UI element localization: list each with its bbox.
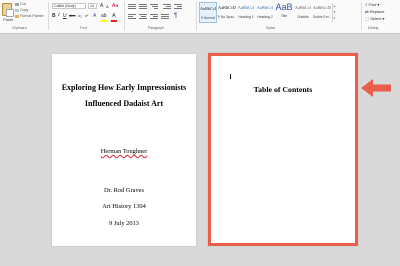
toc-page[interactable]: Table of Contents <box>208 53 358 246</box>
styles-group-label: Styles <box>266 26 276 30</box>
align-right-icon[interactable] <box>150 14 158 20</box>
replace-label: Replace <box>369 9 385 14</box>
align-center-icon[interactable] <box>139 14 147 20</box>
select-label: Select <box>370 16 382 21</box>
style-sample: AaBbCcI <box>294 5 312 10</box>
show-formatting-icon[interactable]: ¶ <box>174 13 177 19</box>
strikethrough-button[interactable]: abc <box>69 13 75 19</box>
format-painter-button[interactable]: Format Painter <box>15 14 44 18</box>
replace-button[interactable]: ⇄Replace <box>365 9 384 15</box>
style-heading-1[interactable]: AaBbCcI Heading 1 <box>237 2 255 23</box>
document-date: 9 July 2013 <box>109 220 139 227</box>
title-page[interactable]: Exploring How Early Impressionists Influ… <box>52 54 196 246</box>
bold-button[interactable]: B <box>52 13 56 19</box>
copy-button[interactable]: Copy <box>15 8 28 12</box>
cut-label: Cut <box>20 2 26 6</box>
style-name: ¶ No Spac... <box>218 15 236 19</box>
title-line-2: Influenced Dadaist Art <box>84 99 164 108</box>
font-color-button[interactable]: A <box>112 13 116 19</box>
bullets-icon[interactable] <box>128 4 136 10</box>
highlight-icon[interactable]: ab <box>101 13 107 19</box>
author-text: Herman Toughner <box>100 148 148 155</box>
shrink-font-button[interactable]: A <box>106 4 109 10</box>
author-name: Herman Toughner <box>52 148 196 155</box>
find-button[interactable]: ⌕Find ▾ <box>365 2 379 7</box>
style-name: Subtle Em... <box>313 15 331 19</box>
multilevel-list-icon[interactable] <box>150 4 158 10</box>
select-icon: ⬚ <box>365 16 370 21</box>
clear-format-icon[interactable]: Aa <box>112 3 118 9</box>
style-name: Subtitle <box>297 15 309 19</box>
editing-group-label: Editing <box>368 26 379 30</box>
styles-scroll[interactable]: ▲ ▼ ▾ <box>332 3 336 22</box>
style-name: ¶ Normal <box>201 16 215 20</box>
replace-icon: ⇄ <box>365 9 369 14</box>
decrease-indent-icon[interactable] <box>163 4 171 10</box>
toc-heading: Table of Contents <box>253 85 313 94</box>
style-name: Heading 1 <box>238 15 254 19</box>
style-subtle-emphasis[interactable]: AaBbCcDc Subtle Em... <box>313 2 331 23</box>
style-no-spacing[interactable]: AaBbCcDc ¶ No Spac... <box>218 2 236 23</box>
title-line-1: Exploring How Early Impressionists <box>61 83 187 92</box>
style-subtitle[interactable]: AaBbCcI Subtitle <box>294 2 312 23</box>
align-left-icon[interactable] <box>128 14 136 20</box>
highlight-color-bar <box>101 20 107 22</box>
cut-button[interactable]: Cut <box>15 2 26 6</box>
numbering-icon[interactable] <box>139 4 147 10</box>
superscript-button[interactable]: x² <box>85 13 88 19</box>
style-sample: AaBbCcDc <box>313 5 331 10</box>
search-icon: ⌕ <box>365 2 368 7</box>
style-normal[interactable]: AaBbCcDc ¶ Normal <box>199 2 217 23</box>
style-heading-2[interactable]: AaBbCcI Heading 2 <box>256 2 274 23</box>
font-color-bar <box>111 20 117 22</box>
style-name: Title <box>280 14 288 18</box>
instructor-name: Dr. Rod Graves <box>104 187 144 194</box>
style-sample: AaBbCcI <box>237 5 255 10</box>
justify-icon[interactable] <box>161 14 169 20</box>
grow-font-button[interactable]: A <box>100 3 103 9</box>
clipboard-group-label: Clipboard <box>12 26 27 30</box>
group-divider <box>48 2 49 30</box>
increase-indent-icon[interactable] <box>174 4 182 10</box>
style-title[interactable]: AaB Title <box>275 2 293 23</box>
font-name-box[interactable]: Calibri (Body) <box>52 3 86 9</box>
paste-icon[interactable] <box>2 3 14 17</box>
scissors-icon <box>15 2 19 6</box>
style-name: Heading 2 <box>257 15 273 19</box>
group-divider <box>196 2 197 30</box>
format-painter-label: Format Painter <box>20 14 44 18</box>
find-label: Find <box>368 2 377 7</box>
group-divider <box>124 2 125 30</box>
pointer-arrow-icon <box>361 79 391 97</box>
style-sample: AaBbCcDc <box>200 6 216 11</box>
style-sample: AaBbCcI <box>256 5 274 10</box>
style-sample: AaB <box>275 2 293 12</box>
group-divider <box>361 2 362 30</box>
copy-label: Copy <box>20 8 29 12</box>
underline-button[interactable]: U <box>63 13 67 19</box>
course-name: Art History 1304 <box>102 203 146 210</box>
brush-icon <box>15 14 19 18</box>
copy-icon <box>15 8 19 12</box>
text-effects-icon[interactable]: A <box>93 13 96 19</box>
font-size-box[interactable]: 14 <box>88 3 97 9</box>
subscript-button[interactable]: x₂ <box>78 13 82 19</box>
paste-button[interactable]: Paste <box>3 17 13 22</box>
select-button[interactable]: ⬚Select ▾ <box>365 16 385 22</box>
paragraph-group-label: Paragraph <box>148 26 164 30</box>
italic-button[interactable]: I <box>58 13 60 19</box>
ribbon: Paste Cut Copy Format Painter Clipboard … <box>0 0 400 34</box>
style-sample: AaBbCcDc <box>218 5 236 10</box>
font-group-label: Font <box>80 26 87 30</box>
text-cursor <box>230 74 231 79</box>
